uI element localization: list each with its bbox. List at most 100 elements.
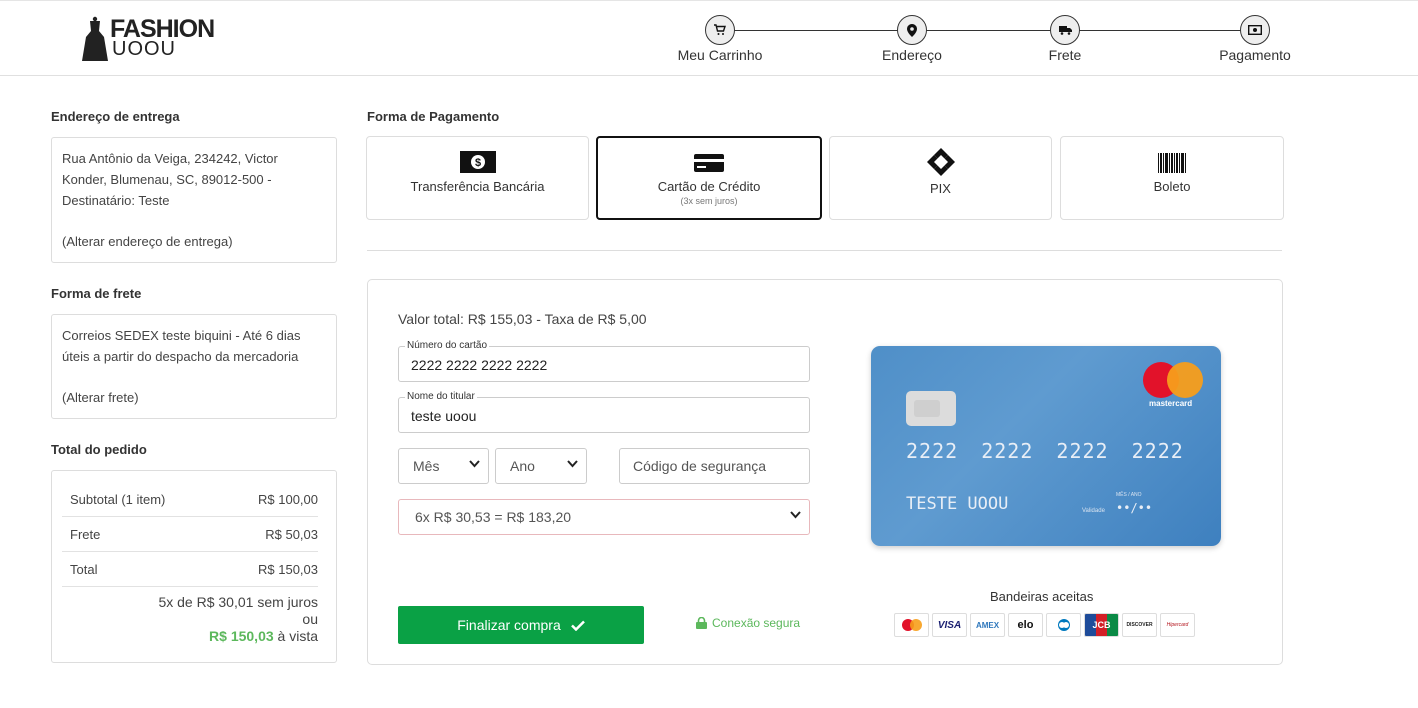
svg-text:$: $ — [474, 157, 480, 169]
step-label: Meu Carrinho — [677, 47, 763, 63]
step-label: Frete — [1048, 47, 1082, 63]
discover-brand-icon: DISCOVER — [1122, 613, 1157, 637]
installments-select[interactable]: 6x R$ 30,53 = R$ 183,20 — [398, 499, 810, 535]
card-preview-mes-ano-label: MÊS / ANO — [1116, 492, 1142, 498]
cash-suffix: à vista — [277, 628, 318, 644]
diners-brand-icon — [1046, 613, 1081, 637]
secure-connection-label: Conexão segura — [712, 616, 801, 630]
chevron-down-icon — [790, 511, 801, 522]
dollar-bill-icon: $ — [367, 151, 588, 175]
method-transferencia[interactable]: $ Transferência Bancária — [366, 136, 589, 220]
truck-icon — [1050, 15, 1080, 45]
holder-name-label: Nome do titular — [405, 391, 477, 402]
security-code-placeholder: Código de segurança — [633, 458, 767, 474]
chevron-down-icon — [469, 460, 480, 471]
totals-box: Subtotal (1 item) R$ 100,00 Frete R$ 50,… — [51, 470, 337, 663]
card-preview-expiry: ••/•• — [1116, 501, 1153, 515]
chevron-down-icon — [567, 460, 578, 471]
visa-brand-icon: VISA — [932, 613, 967, 637]
hipercard-brand-icon: Hipercard — [1160, 613, 1195, 637]
month-select-value: Mês — [413, 458, 440, 474]
mastercard-word: mastercard — [1149, 399, 1193, 408]
fashion-uoou-logo[interactable]: FASHION UOOU — [80, 13, 220, 63]
method-label: PIX — [930, 181, 951, 196]
shipping-text: Correios SEDEX teste biquini - Até 6 dia… — [62, 328, 301, 364]
pix-icon — [830, 147, 1051, 177]
mastercard-logo-icon: mastercard — [1143, 362, 1205, 410]
method-boleto[interactable]: Boleto — [1060, 136, 1284, 220]
card-preview-holder: TESTE UOOU — [906, 494, 1009, 514]
change-shipping-link[interactable]: (Alterar frete) — [62, 387, 326, 408]
address-section-title: Endereço de entrega — [51, 109, 180, 124]
card-number-value: 2222 2222 2222 2222 — [411, 357, 548, 373]
money-icon — [1240, 15, 1270, 45]
barcode-icon — [1061, 151, 1283, 175]
holder-name-value: teste uoou — [411, 408, 477, 424]
installments-select-value: 6x R$ 30,53 = R$ 183,20 — [415, 509, 572, 525]
step-label: Endereço — [882, 47, 942, 63]
method-label: Cartão de Crédito — [657, 179, 761, 194]
holder-name-input[interactable]: Nome do titular teste uoou — [398, 391, 810, 433]
card-number-label: Número do cartão — [405, 340, 490, 351]
totals-label: Total — [70, 561, 98, 577]
totals-section-title: Total do pedido — [51, 442, 147, 457]
finalizar-compra-button[interactable]: Finalizar compra — [398, 606, 644, 644]
section-divider — [367, 250, 1282, 251]
method-sub: (3x sem juros) — [680, 196, 738, 206]
credit-card-preview: mastercard 2222 2222 2222 2222 TESTE UOO… — [871, 346, 1221, 546]
accepted-brands-title: Bandeiras aceitas — [990, 589, 1094, 604]
totals-row-total: Total R$ 150,03 — [62, 552, 318, 587]
method-pix[interactable]: PIX — [829, 136, 1052, 220]
amex-brand-icon: AMEX — [970, 613, 1005, 637]
step-label: Pagamento — [1219, 47, 1291, 63]
cash-price: R$ 150,03 — [209, 628, 274, 644]
logo-text-uoou: UOOU — [112, 38, 176, 60]
year-select-value: Ano — [510, 458, 535, 474]
elo-brand-icon: elo — [1008, 613, 1043, 637]
card-number-input[interactable]: Número do cartão 2222 2222 2222 2222 — [398, 340, 810, 382]
shipping-box: Correios SEDEX teste biquini - Até 6 dia… — [51, 314, 337, 419]
totals-label: Frete — [70, 526, 101, 542]
mastercard-brand-icon — [894, 613, 929, 637]
card-chip-icon — [906, 391, 956, 426]
installments-text: 5x de R$ 30,01 sem juros — [158, 594, 318, 610]
check-icon — [570, 620, 585, 631]
lock-icon — [696, 617, 707, 629]
card-preview-number: 2222 2222 2222 2222 — [906, 439, 1184, 463]
totals-row-subtotal: Subtotal (1 item) R$ 100,00 — [62, 482, 318, 517]
change-address-link[interactable]: (Alterar endereço de entrega) — [62, 231, 326, 252]
total-value-text: Valor total: R$ 155,03 - Taxa de R$ 5,00 — [398, 311, 647, 327]
steps-line — [717, 30, 1254, 31]
payment-section-title: Forma de Pagamento — [367, 109, 500, 124]
step-meu-carrinho[interactable]: Meu Carrinho — [660, 15, 780, 63]
totals-value: R$ 50,03 — [265, 526, 318, 542]
address-box: Rua Antônio da Veiga, 234242, Victor Kon… — [51, 137, 337, 263]
finalizar-compra-label: Finalizar compra — [457, 617, 561, 633]
year-select[interactable]: Ano — [495, 448, 587, 484]
card-preview-validade-label: Validade — [1082, 508, 1105, 514]
method-cartao-credito[interactable]: Cartão de Crédito (3x sem juros) — [596, 136, 822, 220]
address-text: Rua Antônio da Veiga, 234242, Victor Kon… — [62, 151, 278, 208]
accepted-brands-list: VISA AMEX elo JCB DISCOVER Hipercard — [894, 613, 1195, 637]
step-pagamento[interactable]: Pagamento — [1195, 15, 1315, 63]
or-text: ou — [302, 611, 318, 627]
cart-icon — [705, 15, 735, 45]
totals-value: R$ 100,00 — [258, 491, 318, 507]
step-frete[interactable]: Frete — [1005, 15, 1125, 63]
jcb-brand-icon: JCB — [1084, 613, 1119, 637]
method-label: Boleto — [1153, 179, 1191, 194]
security-code-input[interactable]: Código de segurança — [619, 448, 810, 484]
header: FASHION UOOU Meu Carrinho Endereço Frete — [0, 0, 1418, 76]
credit-card-icon — [598, 152, 820, 176]
secure-connection: Conexão segura — [696, 616, 800, 630]
dress-icon — [82, 16, 108, 61]
payment-summary: 5x de R$ 30,01 sem juros ou R$ 150,03 à … — [158, 594, 318, 645]
totals-row-frete: Frete R$ 50,03 — [62, 517, 318, 552]
shipping-section-title: Forma de frete — [51, 286, 142, 301]
method-label: Transferência Bancária — [410, 179, 545, 194]
map-pin-icon — [897, 15, 927, 45]
step-endereco[interactable]: Endereço — [852, 15, 972, 63]
totals-value: R$ 150,03 — [258, 561, 318, 577]
month-select[interactable]: Mês — [398, 448, 489, 484]
checkout-steps: Meu Carrinho Endereço Frete Pagamento — [660, 15, 1320, 67]
